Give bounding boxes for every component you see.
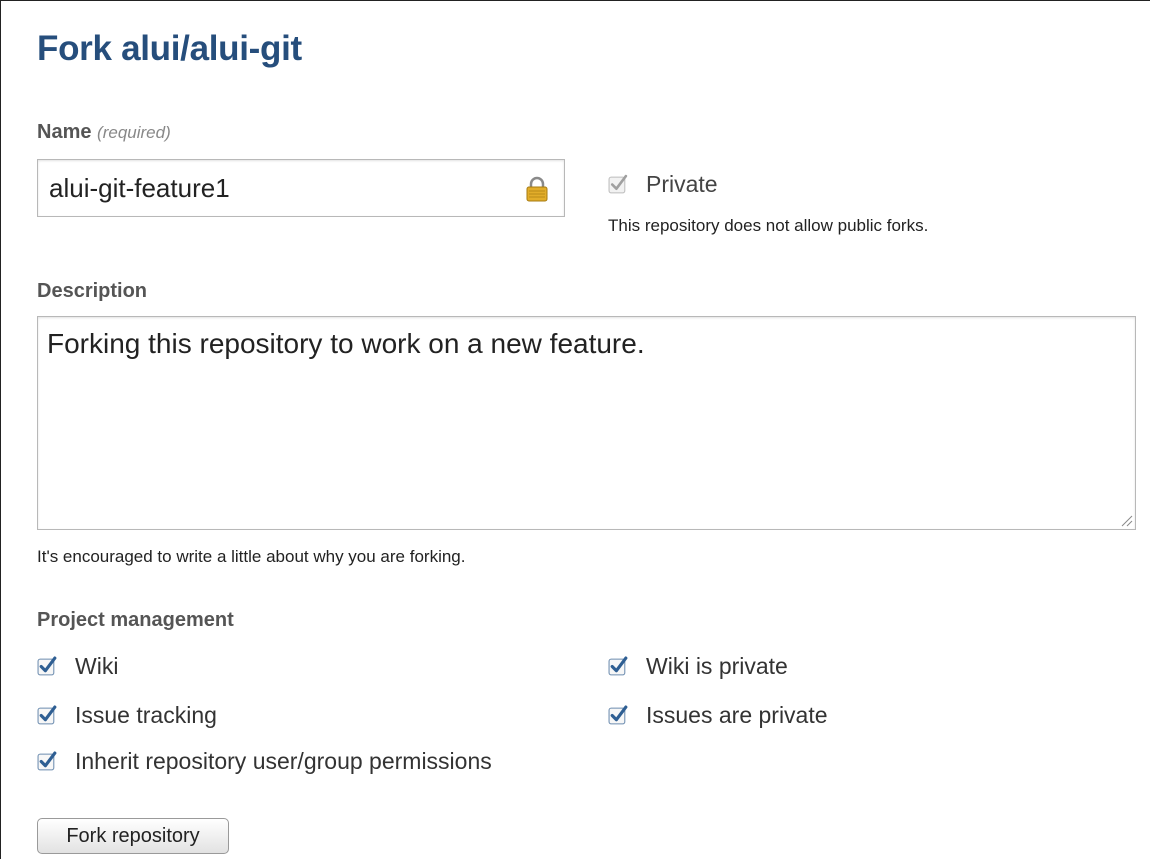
required-hint: (required): [97, 123, 171, 142]
private-option[interactable]: Private: [608, 171, 718, 198]
private-label: Private: [646, 171, 718, 197]
lock-icon: [526, 176, 548, 202]
page-title: Fork alui/alui-git: [37, 29, 302, 68]
wiki-private-option[interactable]: Wiki is private: [608, 653, 788, 680]
fork-repository-button[interactable]: Fork repository: [37, 818, 229, 854]
resize-grip-icon[interactable]: [1119, 513, 1133, 527]
issue-tracking-checkbox-icon[interactable]: [37, 705, 58, 726]
issue-tracking-option[interactable]: Issue tracking: [37, 702, 217, 729]
wiki-private-checkbox-icon[interactable]: [608, 656, 629, 677]
description-textarea[interactable]: Forking this repository to work on a new…: [37, 316, 1136, 530]
private-checkbox-icon[interactable]: [608, 174, 629, 195]
description-label: Description: [37, 280, 148, 302]
name-label-text: Name: [37, 121, 92, 143]
fork-repository-page: Fork alui/alui-git Name (required) alui-…: [0, 0, 1150, 859]
private-note: This repository does not allow public fo…: [608, 216, 929, 235]
issue-tracking-label: Issue tracking: [75, 702, 217, 728]
wiki-option[interactable]: Wiki: [37, 653, 118, 680]
wiki-private-label: Wiki is private: [646, 653, 788, 679]
wiki-checkbox-icon[interactable]: [37, 656, 58, 677]
name-input-value: alui-git-feature1: [49, 173, 230, 203]
name-label: Name (required): [37, 121, 171, 144]
description-value: Forking this repository to work on a new…: [47, 328, 645, 359]
inherit-permissions-option[interactable]: Inherit repository user/group permission…: [37, 748, 492, 775]
inherit-permissions-label: Inherit repository user/group permission…: [75, 748, 492, 774]
description-note: It's encouraged to write a little about …: [37, 547, 466, 566]
project-management-label: Project management: [37, 609, 234, 631]
issues-private-option[interactable]: Issues are private: [608, 702, 828, 729]
issues-private-checkbox-icon[interactable]: [608, 705, 629, 726]
name-input[interactable]: alui-git-feature1: [37, 159, 565, 217]
wiki-label: Wiki: [75, 653, 119, 679]
issues-private-label: Issues are private: [646, 702, 828, 728]
inherit-permissions-checkbox-icon[interactable]: [37, 751, 58, 772]
